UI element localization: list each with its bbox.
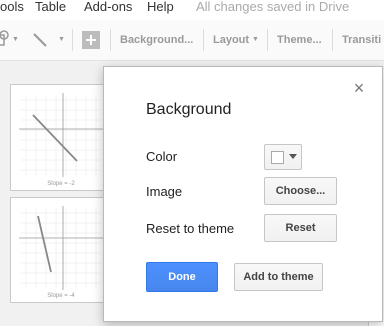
image-label: Image	[146, 184, 183, 199]
slope-graph-thumbnail	[19, 93, 103, 177]
shape-icon[interactable]	[0, 30, 10, 51]
menu-table[interactable]: Table	[35, 0, 66, 14]
toolbar-divider	[72, 29, 73, 51]
toolbar-divider	[267, 29, 268, 51]
color-label: Color	[146, 149, 178, 164]
add-comment-icon[interactable]	[82, 31, 100, 52]
slide-thumbnail[interactable]: Slope = -4	[10, 197, 112, 303]
color-swatch	[271, 151, 284, 164]
reset-label: Reset to theme	[146, 221, 235, 236]
line-icon[interactable]	[32, 32, 48, 51]
close-icon[interactable]: ×	[352, 79, 366, 97]
menu-add-ons[interactable]: Add-ons	[84, 0, 132, 14]
done-button[interactable]: Done	[146, 262, 218, 292]
toolbar: ▼ ▼ Background... Layout ▼ Theme... Tran…	[0, 20, 384, 61]
shape-dropdown-icon[interactable]: ▼	[12, 36, 19, 43]
menu-help[interactable]: Help	[147, 0, 174, 14]
toolbar-divider	[110, 29, 111, 51]
slide-thumbnail[interactable]: Slope = -2	[10, 84, 112, 191]
choose-image-button[interactable]: Choose...	[264, 177, 337, 205]
layout-button[interactable]: Layout	[213, 34, 249, 46]
background-button[interactable]: Background...	[120, 34, 193, 46]
dialog-title: Background	[146, 101, 232, 118]
layout-dropdown-icon[interactable]: ▼	[252, 36, 259, 43]
slope-graph-thumbnail	[19, 206, 103, 290]
save-status: All changes saved in Drive	[196, 0, 350, 14]
toolbar-divider	[203, 29, 204, 51]
transition-button[interactable]: Transiti	[342, 34, 381, 46]
reset-button[interactable]: Reset	[264, 214, 337, 242]
toolbar-divider	[332, 29, 333, 51]
chevron-down-icon	[289, 154, 297, 159]
slide-caption: Slope = -4	[47, 293, 75, 299]
line-dropdown-icon[interactable]: ▼	[58, 36, 65, 43]
slide-caption: Slope = -2	[47, 181, 75, 187]
menu-tools[interactable]: ools	[0, 0, 24, 14]
color-picker-button[interactable]	[264, 144, 302, 170]
theme-button[interactable]: Theme...	[277, 34, 322, 46]
background-dialog: × Background Color Image Choose... Reset…	[103, 66, 383, 322]
add-to-theme-button[interactable]: Add to theme	[234, 263, 323, 291]
menu-bar: ools Table Add-ons Help All changes save…	[0, 0, 384, 20]
